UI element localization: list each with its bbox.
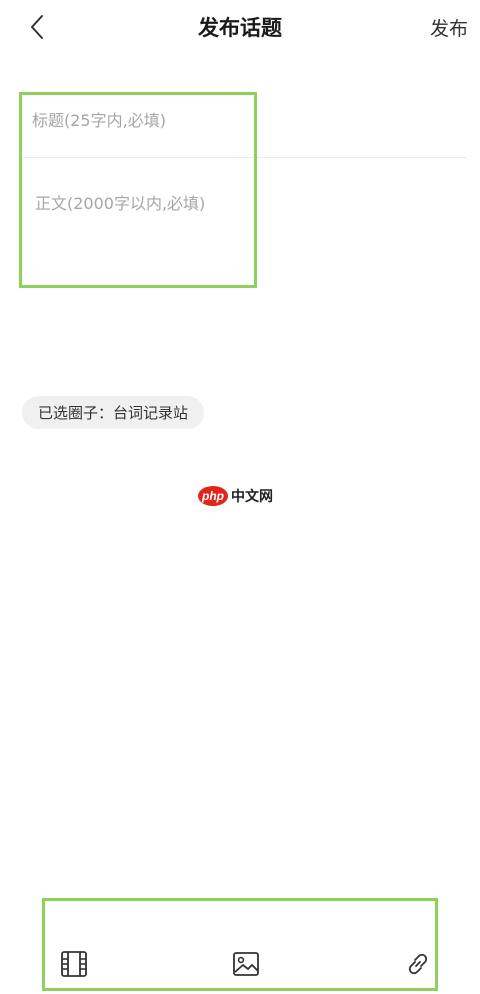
svg-text:php: php (201, 489, 224, 503)
watermark-logo: php 中文网 (198, 485, 284, 507)
page-title: 发布话题 (198, 16, 282, 40)
body-textarea[interactable] (35, 190, 455, 360)
selected-circle-chip[interactable]: 已选圈子：台词记录站 (22, 396, 205, 429)
divider (20, 157, 466, 158)
image-icon (233, 952, 259, 976)
video-icon (61, 951, 87, 977)
header-bar: 发布话题 发布 (0, 0, 480, 60)
publish-button[interactable]: 发布 (430, 14, 468, 41)
add-link-button[interactable] (402, 948, 434, 980)
link-icon (408, 953, 428, 975)
svg-text:中文网: 中文网 (231, 488, 273, 505)
add-video-button[interactable] (58, 948, 90, 980)
title-input[interactable] (32, 106, 452, 134)
add-image-button[interactable] (230, 948, 262, 980)
